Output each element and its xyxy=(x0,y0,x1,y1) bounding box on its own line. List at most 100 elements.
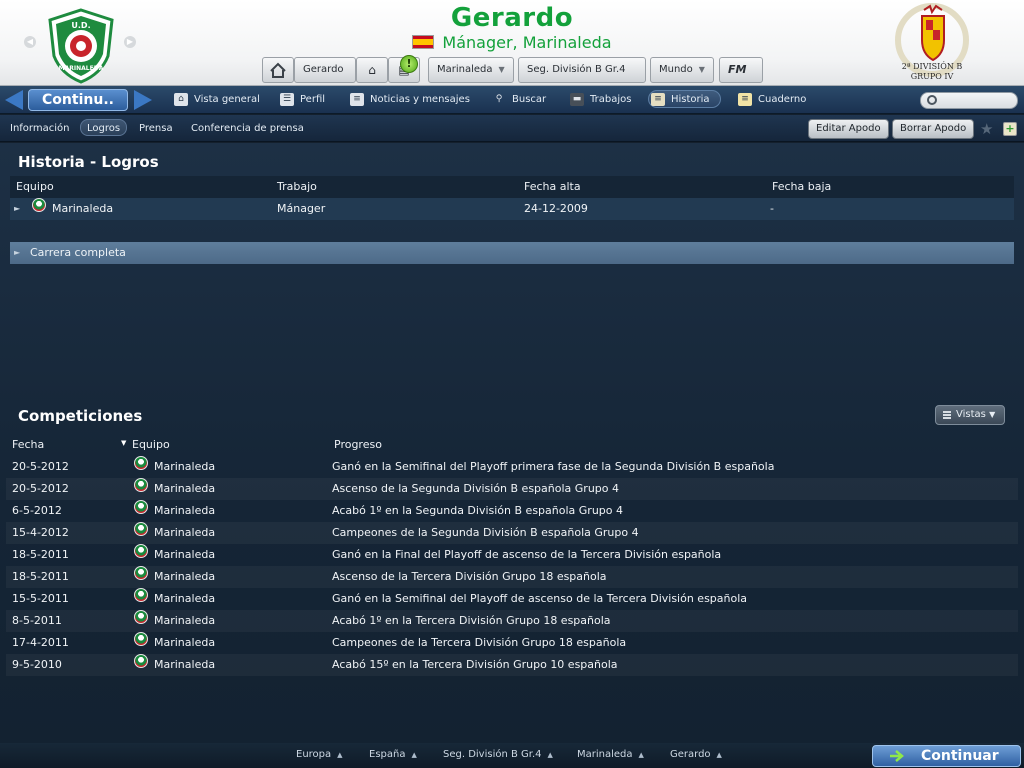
competition-row[interactable]: 20-5-2012 Marinaleda Ganó en la Semifinal … xyxy=(6,456,1018,478)
nav-item-buscar[interactable]: ⚲ Buscar xyxy=(490,91,546,109)
caret-up-icon: ▲ xyxy=(337,751,343,759)
competition-date: 20-5-2012 xyxy=(12,482,69,495)
forward-arrow-icon[interactable] xyxy=(134,90,152,110)
search-icon xyxy=(927,95,937,105)
club-badge-icon xyxy=(134,610,148,624)
column-header-equipo[interactable]: Equipo xyxy=(16,176,54,198)
competition-row[interactable]: 15-4-2012 Marinaleda Campeones de la Segun… xyxy=(6,522,1018,544)
club-badge-icon xyxy=(134,544,148,558)
career-complete-label: Carrera completa xyxy=(30,246,126,259)
expand-arrow-icon[interactable]: ► xyxy=(14,198,20,220)
home-icon xyxy=(270,62,286,78)
home-button[interactable] xyxy=(262,57,294,83)
competition-row[interactable]: 18-5-2011 Marinaleda Ganó en la Final del … xyxy=(6,544,1018,566)
tab-logros[interactable]: Logros xyxy=(80,119,128,136)
competition-team[interactable]: Marinaleda xyxy=(154,478,215,500)
add-note-icon[interactable]: + xyxy=(1003,122,1017,136)
breadcrumb-espana[interactable]: España ▲ xyxy=(369,749,417,760)
competition-row[interactable]: 15-5-2011 Marinaleda Ganó en la Semifinal … xyxy=(6,588,1018,610)
club-badge-icon xyxy=(134,654,148,668)
competitions-title: Competiciones xyxy=(18,407,143,425)
caret-up-icon: ▲ xyxy=(716,751,722,759)
club-badge-icon xyxy=(134,478,148,492)
competition-team[interactable]: Marinaleda xyxy=(154,566,215,588)
warning-badge[interactable]: ! xyxy=(400,55,418,73)
competition-team[interactable]: Marinaleda xyxy=(154,500,215,522)
nav-item-noticias[interactable]: ≡ Noticias y mensajes xyxy=(348,91,470,109)
competition-row[interactable]: 8-5-2011 Marinaleda Acabó 1º en la Tercera… xyxy=(6,610,1018,632)
breadcrumb-club[interactable]: Marinaleda ▲ xyxy=(577,749,644,760)
tab-prensa[interactable]: Prensa xyxy=(133,120,179,137)
expand-arrow-icon: ► xyxy=(14,248,21,257)
competitions-table-header: Fecha ▼ Equipo Progreso xyxy=(0,434,1024,456)
competition-team[interactable]: Marinaleda xyxy=(154,654,215,676)
arrow-right-icon xyxy=(890,750,904,762)
search-icon: ⚲ xyxy=(495,94,503,104)
competition-team[interactable]: Marinaleda xyxy=(154,456,215,478)
nav-item-historia[interactable]: ≡ Historia xyxy=(648,90,721,108)
competition-progress: Ascenso de la Tercera División Grupo 18 … xyxy=(332,570,607,583)
delete-nickname-button[interactable]: Borrar Apodo xyxy=(892,119,975,139)
competition-team[interactable]: Marinaleda xyxy=(154,610,215,632)
chevron-down-icon: ▼ xyxy=(698,65,705,74)
main-navigation: Continu.. ⌂ Vista general ☰ Perfil ≡ Notici… xyxy=(0,86,1024,114)
club-menu-button[interactable]: Marinaleda ▼ xyxy=(428,57,514,83)
competition-date: 18-5-2011 xyxy=(12,548,69,561)
tab-conferencia-de-prensa[interactable]: Conferencia de prensa xyxy=(185,120,310,137)
manager-menu-button[interactable]: Gerardo▼ xyxy=(294,57,356,98)
competition-progress: Ascenso de la Segunda División B español… xyxy=(332,482,619,495)
breadcrumb-europa[interactable]: Europa ▲ xyxy=(296,749,343,760)
nav-item-cuaderno[interactable]: ≡ Cuaderno xyxy=(736,91,806,109)
competition-row[interactable]: 9-5-2010 Marinaleda Acabó 15º en la Tercer… xyxy=(6,654,1018,676)
competition-row[interactable]: 20-5-2012 Marinaleda Ascenso de la Segunda… xyxy=(6,478,1018,500)
column-header-fecha-alta[interactable]: Fecha alta xyxy=(524,176,581,198)
scroll-icon: ≡ xyxy=(651,93,665,106)
breadcrumb-manager[interactable]: Gerardo ▲ xyxy=(670,749,722,760)
chevron-down-icon: ▼ xyxy=(498,65,505,74)
inbox-button[interactable]: ⌂ xyxy=(356,57,388,83)
competition-date: 15-4-2012 xyxy=(12,526,69,539)
nav-item-vista-general[interactable]: ⌂ Vista general xyxy=(172,91,260,109)
competition-row[interactable]: 18-5-2011 Marinaleda Ascenso de la Tercera… xyxy=(6,566,1018,588)
tray-icon: ⌂ xyxy=(368,63,376,77)
tab-informacion[interactable]: Información xyxy=(4,120,75,137)
history-end-date: - xyxy=(770,202,774,215)
svg-text:2ª DIVISIÓN B: 2ª DIVISIÓN B xyxy=(902,62,963,71)
continue-button-top[interactable]: Continu.. xyxy=(28,89,128,111)
sort-descending-icon: ▼ xyxy=(121,439,127,447)
competition-team[interactable]: Marinaleda xyxy=(154,544,215,566)
history-row[interactable]: ► Marinaleda Mánager 24-12-2009 - xyxy=(10,198,1014,220)
column-header-equipo[interactable]: Equipo xyxy=(132,434,170,456)
column-header-fecha[interactable]: Fecha xyxy=(12,434,44,456)
spain-flag-icon xyxy=(412,35,435,49)
breadcrumb-competition[interactable]: Seg. División B Gr.4 ▲ xyxy=(443,749,553,760)
world-menu-button[interactable]: Mundo ▼ xyxy=(650,57,714,83)
club-badge-icon xyxy=(134,522,148,536)
competition-menu-button[interactable]: Seg. División B Gr.4▼ xyxy=(518,57,646,98)
star-icon[interactable]: ★ xyxy=(980,120,993,138)
competition-team[interactable]: Marinaleda xyxy=(154,522,215,544)
column-header-progreso[interactable]: Progreso xyxy=(334,434,382,456)
competition-team[interactable]: Marinaleda xyxy=(154,632,215,654)
nav-item-perfil[interactable]: ☰ Perfil xyxy=(278,91,325,109)
continue-button[interactable]: Continuar xyxy=(872,745,1021,767)
fm-menu-button[interactable]: FM▼ xyxy=(719,57,763,99)
history-team[interactable]: Marinaleda xyxy=(52,198,113,220)
column-header-fecha-baja[interactable]: Fecha baja xyxy=(772,176,831,198)
header-bar: ◀ U.D. MARINALEDA ▶ Gerardo Mánager, Mar… xyxy=(0,0,1024,99)
career-complete-row[interactable]: ► Carrera completa xyxy=(10,242,1014,264)
column-header-trabajo[interactable]: Trabajo xyxy=(277,176,317,198)
competition-progress: Campeones de la Segunda División B españ… xyxy=(332,526,639,539)
competition-progress: Ganó en la Final del Playoff de ascenso … xyxy=(332,548,722,561)
competition-row[interactable]: 6-5-2012 Marinaleda Acabó 1º en la Segunda… xyxy=(6,500,1018,522)
edit-nickname-button[interactable]: Editar Apodo xyxy=(808,119,889,139)
competition-row[interactable]: 17-4-2011 Marinaleda Campeones de la Terce… xyxy=(6,632,1018,654)
nav-item-trabajos[interactable]: ▬ Trabajos xyxy=(568,91,631,109)
views-button[interactable]: Vistas ▼ xyxy=(935,405,1005,425)
club-badge-icon xyxy=(134,500,148,514)
svg-text:GRUPO IV: GRUPO IV xyxy=(911,72,954,81)
caret-up-icon: ▲ xyxy=(411,751,417,759)
competition-team[interactable]: Marinaleda xyxy=(154,588,215,610)
back-arrow-icon[interactable] xyxy=(5,90,23,110)
history-title: Historia - Logros xyxy=(18,153,159,171)
